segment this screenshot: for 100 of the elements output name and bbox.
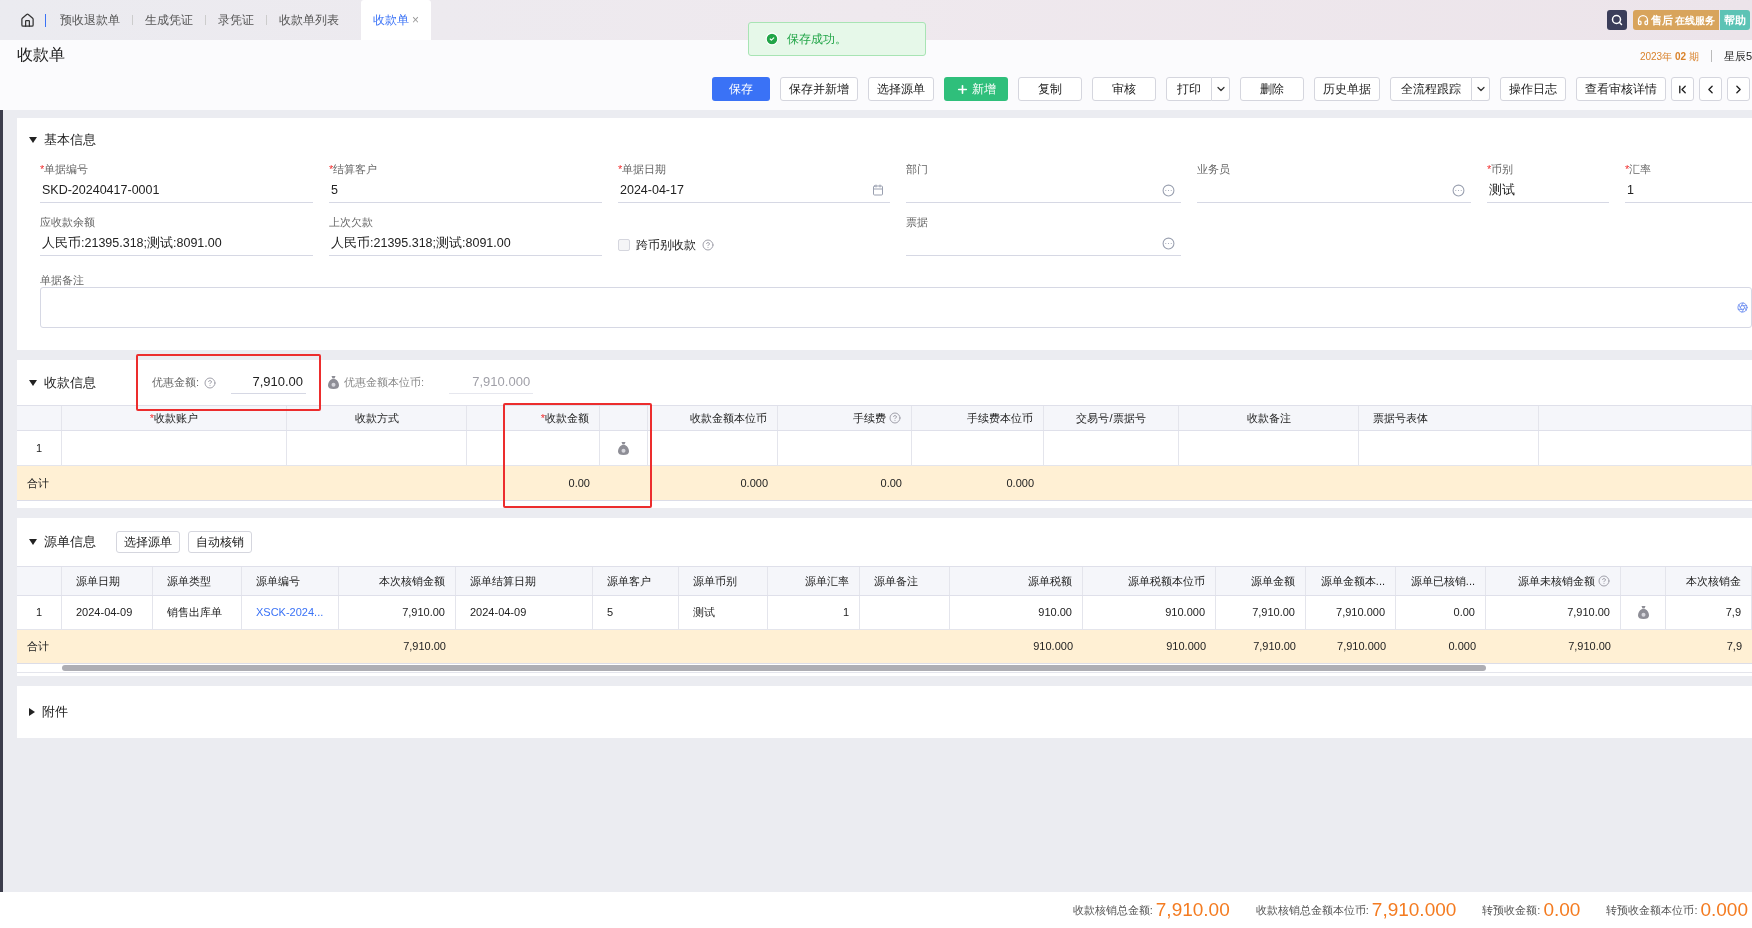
help-icon[interactable] [889,412,901,424]
table-cell-text: 1 [842,605,849,621]
total-value: 910.000 [1166,639,1206,655]
field-label: 上次欠款 [329,214,374,229]
calendar-icon[interactable] [872,184,884,196]
input-field[interactable]: SKD-20240417-0001 [40,178,313,203]
more-icon[interactable] [1162,236,1175,250]
checkbox[interactable] [618,238,630,251]
column-header: 收款金额本位币 [690,410,767,426]
field-label: *币别 [1487,161,1515,176]
toolbar-button[interactable]: 查看审核详情 [1576,77,1666,101]
previous-button[interactable] [1699,77,1722,101]
help-icon[interactable] [702,238,714,251]
document-link[interactable]: XSCK-2024... [256,604,324,621]
save-button[interactable]: 保存 [712,77,770,101]
tab[interactable]: 录凭证 [206,0,266,40]
date-field[interactable]: 2024-04-17 [618,178,890,203]
column-header: 交易号/票据号 [1076,410,1146,426]
caret-right-icon[interactable] [29,708,35,716]
section-button[interactable]: 选择源单 [116,531,180,553]
field-label: 应收款余额 [40,214,96,229]
total-amount: 7,910.000 [1371,897,1457,922]
remark-field[interactable] [40,286,1752,328]
table-cell-text: 910.000 [1165,605,1205,621]
next-button[interactable] [1727,77,1750,101]
scrollbar-thumb[interactable] [62,665,1486,671]
table-cell-text: 2024-04-09 [470,605,527,621]
table-cell-text: 7,910.00 [402,605,445,621]
total-value: 7,910.00 [1568,639,1611,655]
input-field[interactable]: 1 [1625,178,1752,203]
dropdown-button[interactable] [1472,77,1490,101]
tab[interactable]: 收款单列表 [267,0,351,40]
toolbar-button[interactable]: 删除 [1240,77,1304,101]
column-header: 手续费本位币 [967,410,1033,426]
first-page-button[interactable] [1671,77,1694,101]
caret-down-icon[interactable] [29,379,37,386]
section-title: 源单信息 [44,533,96,552]
field-label: 单据备注 [40,272,85,287]
column-header: 源单币别 [693,573,737,589]
field-label: 业务员 [1197,161,1231,176]
help-icon[interactable] [1598,575,1610,587]
toolbar-button[interactable]: 保存并新增 [780,77,858,101]
caret-down-icon[interactable] [29,136,37,143]
page-title: 收款单 [17,45,65,65]
column-header: 收款方式 [354,410,399,426]
total-value: 0.000 [1448,639,1476,655]
money-bag-icon[interactable] [328,376,340,389]
home-icon[interactable] [20,12,35,28]
tab[interactable]: 收款单 × [361,0,431,40]
toolbar-button[interactable]: 复制 [1018,77,1082,101]
period-label: 2023年 02 期 [1639,49,1699,64]
field-label: *结算客户 [329,161,379,176]
account-name[interactable]: 星辰5 [1723,48,1752,65]
help-icon[interactable] [204,376,217,389]
field-label: 优惠金额本位币: [344,375,425,391]
total-label: 转预收金额本位币: [1606,902,1698,918]
total-value: 0.000 [740,475,768,491]
column-header: 源单编号 [256,573,300,589]
toolbar-button[interactable]: 全流程跟踪 [1390,77,1472,101]
total-amount: 0.00 [1543,897,1581,922]
column-header: 源单未核销金额 [1518,573,1595,589]
aperture-icon[interactable] [1737,301,1748,313]
total-amount: 7,910.00 [1155,897,1230,922]
checkbox-label: 跨币别收款 [636,236,696,254]
input-field[interactable]: 人民币:21395.318;测试:8091.00 [40,231,313,256]
column-header: 源单结算日期 [470,573,536,589]
column-header: 源单金额本... [1320,573,1385,589]
section-title: 收款信息 [44,373,96,392]
money-bag-icon[interactable] [1637,606,1649,619]
field-label: *汇率 [1625,161,1653,176]
toolbar-button[interactable]: 打印 [1166,77,1212,101]
total-label: 合计 [27,475,49,491]
toolbar-button[interactable]: 操作日志 [1500,77,1566,101]
search-button[interactable] [1607,10,1627,30]
discount-field[interactable]: 7,910.00 [231,371,307,394]
input-field[interactable]: 测试 [1487,178,1609,203]
field-label: *单据编号 [40,161,90,176]
tab[interactable]: 生成凭证 [133,0,205,40]
section-title: 附件 [42,703,68,722]
tab[interactable]: 预收退款单 [48,0,132,40]
input-field[interactable]: 人民币:21395.318;测试:8091.00 [329,231,602,256]
more-icon[interactable] [1452,183,1465,197]
total-label: 合计 [27,639,49,655]
more-icon[interactable] [1162,183,1175,197]
money-bag-icon[interactable] [618,441,629,455]
field-label: 部门 [906,161,929,176]
section-button[interactable]: 自动核销 [188,531,252,553]
toast-message: 保存成功。 [787,31,847,48]
table-cell-text: 910.00 [1038,605,1072,621]
dropdown-button[interactable] [1212,77,1230,101]
total-amount: 0.000 [1700,897,1748,922]
caret-down-icon[interactable] [29,539,37,545]
table-cell-text: 0.00 [1453,605,1475,621]
toolbar-button[interactable]: 选择源单 [868,77,934,101]
column-header: 收款备注 [1246,410,1291,426]
input-field[interactable]: 5 [329,178,602,203]
toolbar-button[interactable]: 审核 [1092,77,1156,101]
column-header: 票据号表体 [1373,410,1428,426]
row-number: 1 [35,440,43,456]
toolbar-button[interactable]: 历史单据 [1314,77,1380,101]
